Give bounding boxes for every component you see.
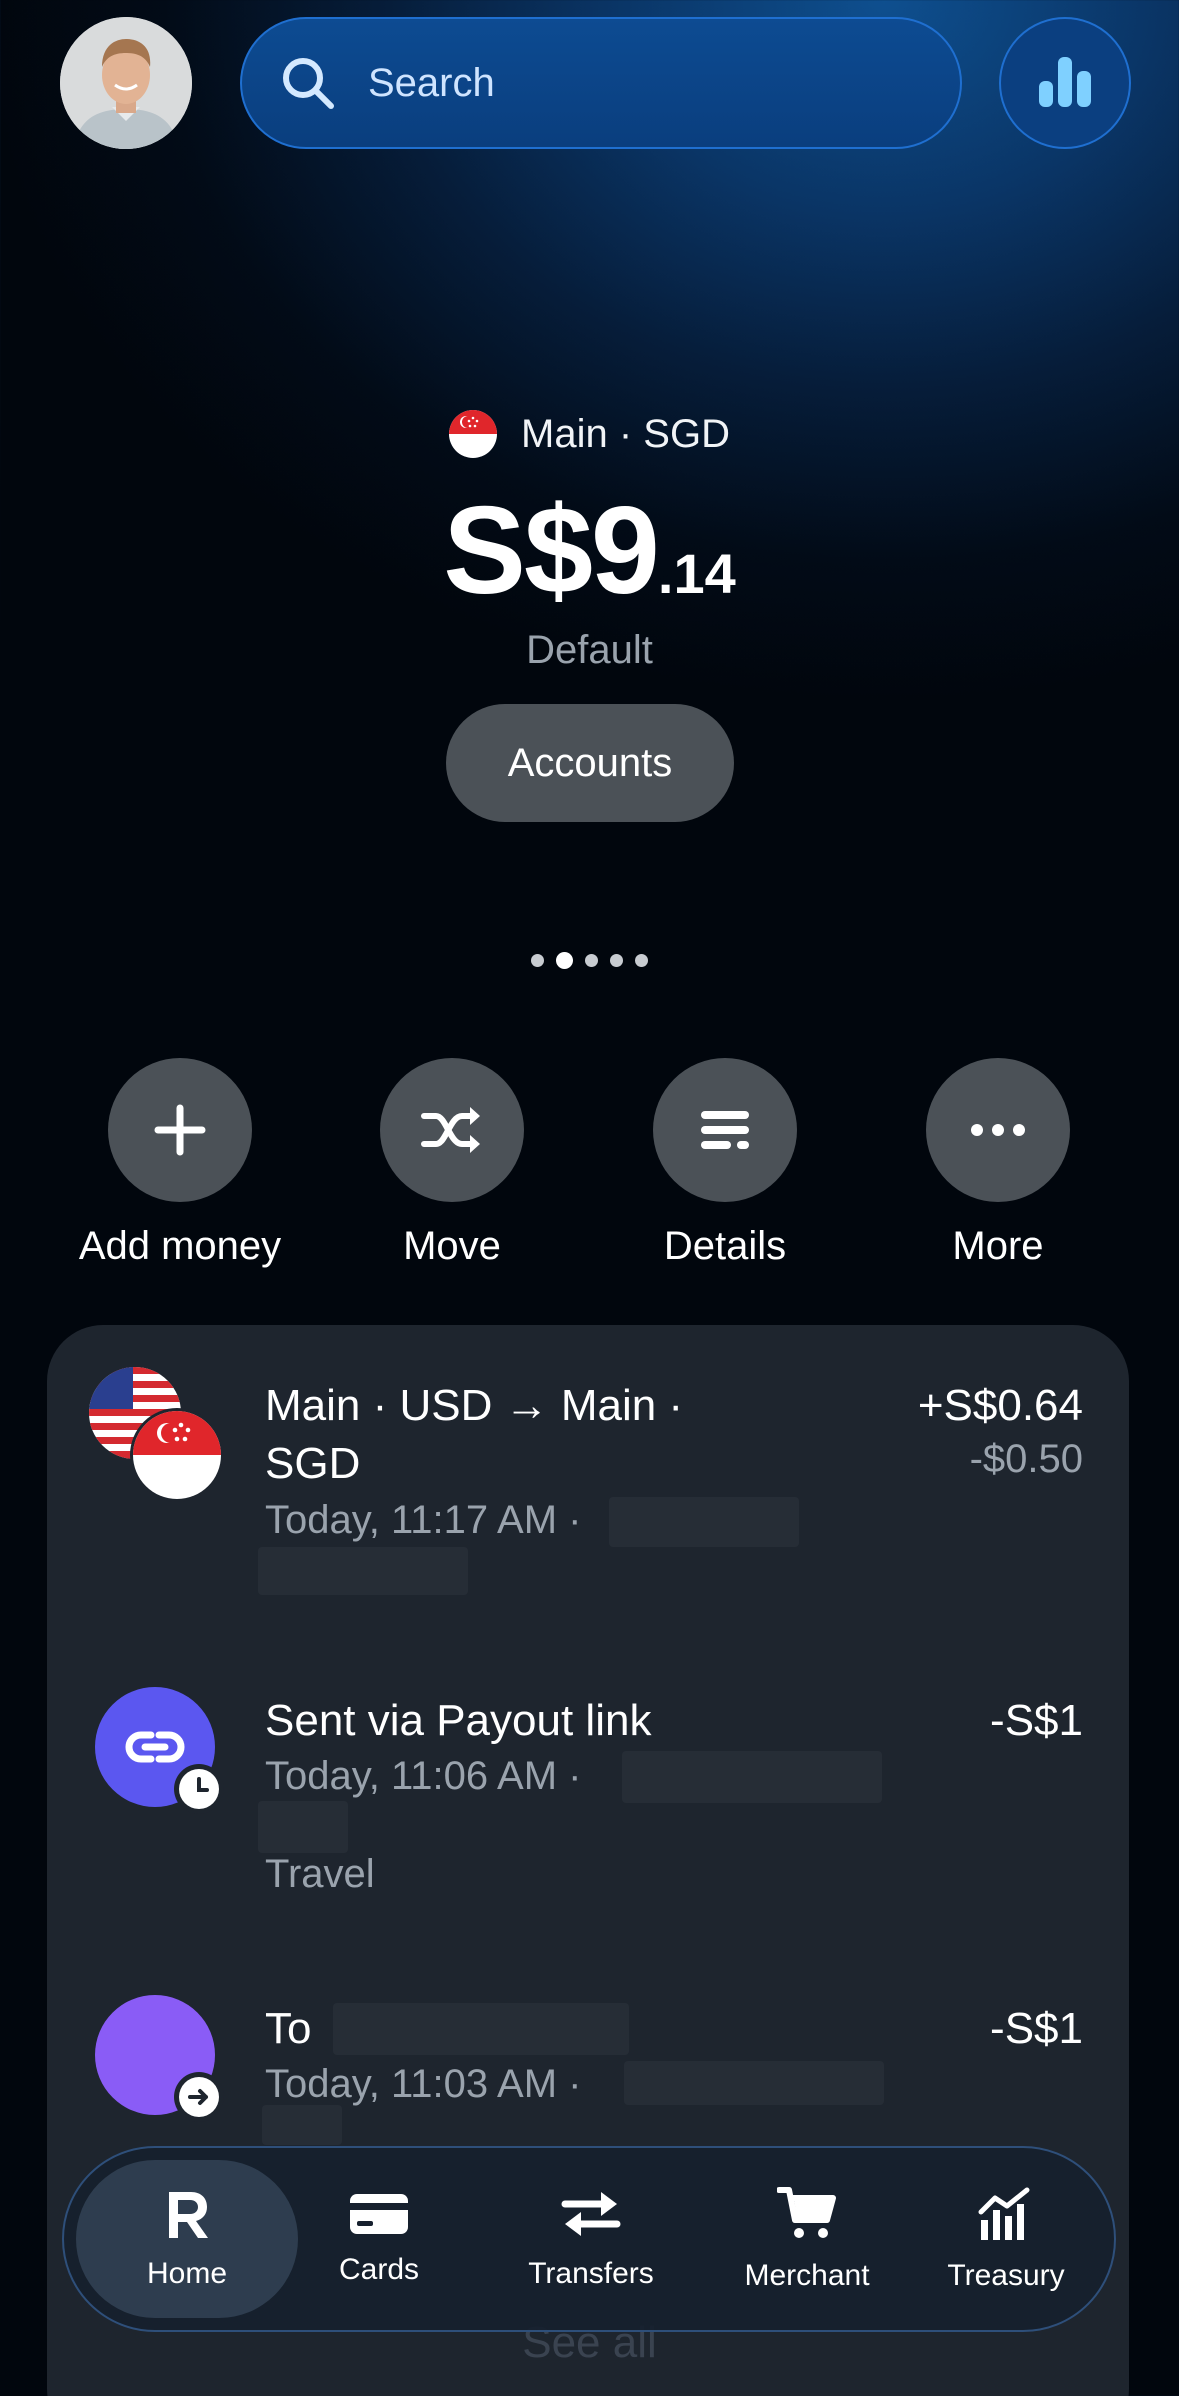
nav-label: Transfers [528, 2256, 654, 2290]
more-icon [926, 1058, 1070, 1202]
nav-label: Home [146, 2256, 228, 2290]
page-dot [635, 954, 648, 967]
analytics-button[interactable] [999, 17, 1131, 149]
nav-cards[interactable]: Cards [304, 2148, 454, 2330]
search-placeholder: Search [368, 60, 495, 105]
bottom-nav: Home Cards Transfers Merchant Treasury [62, 2146, 1116, 2332]
redacted-text [262, 2105, 342, 2145]
transaction-title: To [265, 2004, 312, 2053]
page-dot [585, 954, 598, 967]
nav-label: Treasury [947, 2258, 1065, 2292]
plus-icon [108, 1058, 252, 1202]
bar-chart-icon [1035, 51, 1095, 116]
nav-label: Cards [338, 2252, 420, 2286]
transaction-title-line2: SGD [265, 1439, 361, 1488]
nav-label: Merchant [744, 2258, 870, 2292]
nav-transfers[interactable]: Transfers [496, 2148, 686, 2330]
payout-link-icon [95, 1687, 235, 1832]
transaction-time: Today, 11:03 AM · [265, 2062, 582, 2106]
more-button[interactable]: More [868, 1058, 1128, 1269]
transaction-title: Sent via Payout link [265, 1696, 652, 1745]
account-status: Default [526, 628, 653, 672]
profile-photo [60, 17, 192, 149]
move-button[interactable]: Move [322, 1058, 582, 1269]
search-icon [278, 53, 338, 113]
accounts-button[interactable]: Accounts [446, 704, 734, 822]
add-money-label: Add money [78, 1224, 282, 1268]
transaction-amount: -S$1 [990, 1696, 1083, 1745]
redacted-text [333, 2003, 629, 2055]
balance-main: S$9 [443, 482, 660, 620]
transaction-category: Travel [265, 1852, 375, 1896]
cart-icon [776, 2186, 837, 2247]
nav-merchant[interactable]: Merchant [716, 2148, 898, 2330]
redacted-text [609, 1497, 799, 1547]
account-selector[interactable]: Main · SGD [0, 410, 1179, 458]
nav-treasury[interactable]: Treasury [918, 2148, 1094, 2330]
singapore-flag-icon [449, 410, 498, 458]
transaction-amount-secondary: -$0.50 [969, 1437, 1083, 1481]
transfers-icon [561, 2188, 621, 2245]
treasury-chart-icon [977, 2186, 1035, 2247]
shuffle-icon [380, 1058, 524, 1202]
revolut-r-icon [163, 2188, 211, 2245]
redacted-text [624, 2061, 884, 2105]
transaction-amount: -S$1 [990, 2004, 1083, 2053]
recipient-avatar-icon [95, 1995, 235, 2140]
details-button[interactable]: Details [595, 1058, 855, 1269]
search-bar[interactable]: Search [240, 17, 962, 149]
redacted-text [258, 1547, 468, 1595]
transaction-title: Main · USD → Main · [265, 1381, 684, 1430]
transaction-time: Today, 11:06 AM · [265, 1754, 582, 1798]
balance-amount: S$9.14 [0, 480, 1179, 622]
page-dot-active [556, 952, 573, 969]
add-money-button[interactable]: Add money [50, 1058, 310, 1269]
details-icon [653, 1058, 797, 1202]
page-indicator [0, 952, 1179, 969]
nav-home[interactable]: Home [76, 2160, 298, 2318]
balance-cents: .14 [657, 542, 736, 605]
profile-avatar[interactable] [60, 17, 192, 149]
transaction-amount: +S$0.64 [917, 1381, 1083, 1430]
move-label: Move [403, 1224, 501, 1268]
account-label: Main · SGD [521, 411, 730, 456]
more-label: More [952, 1224, 1044, 1268]
transaction-time: Today, 11:17 AM · [265, 1498, 582, 1542]
details-label: Details [663, 1224, 787, 1268]
redacted-text [258, 1801, 348, 1853]
usd-sgd-flags-icon [89, 1367, 225, 1508]
page-dot [610, 954, 623, 967]
redacted-text [622, 1751, 882, 1803]
card-icon [349, 2192, 409, 2241]
page-dot [531, 954, 544, 967]
